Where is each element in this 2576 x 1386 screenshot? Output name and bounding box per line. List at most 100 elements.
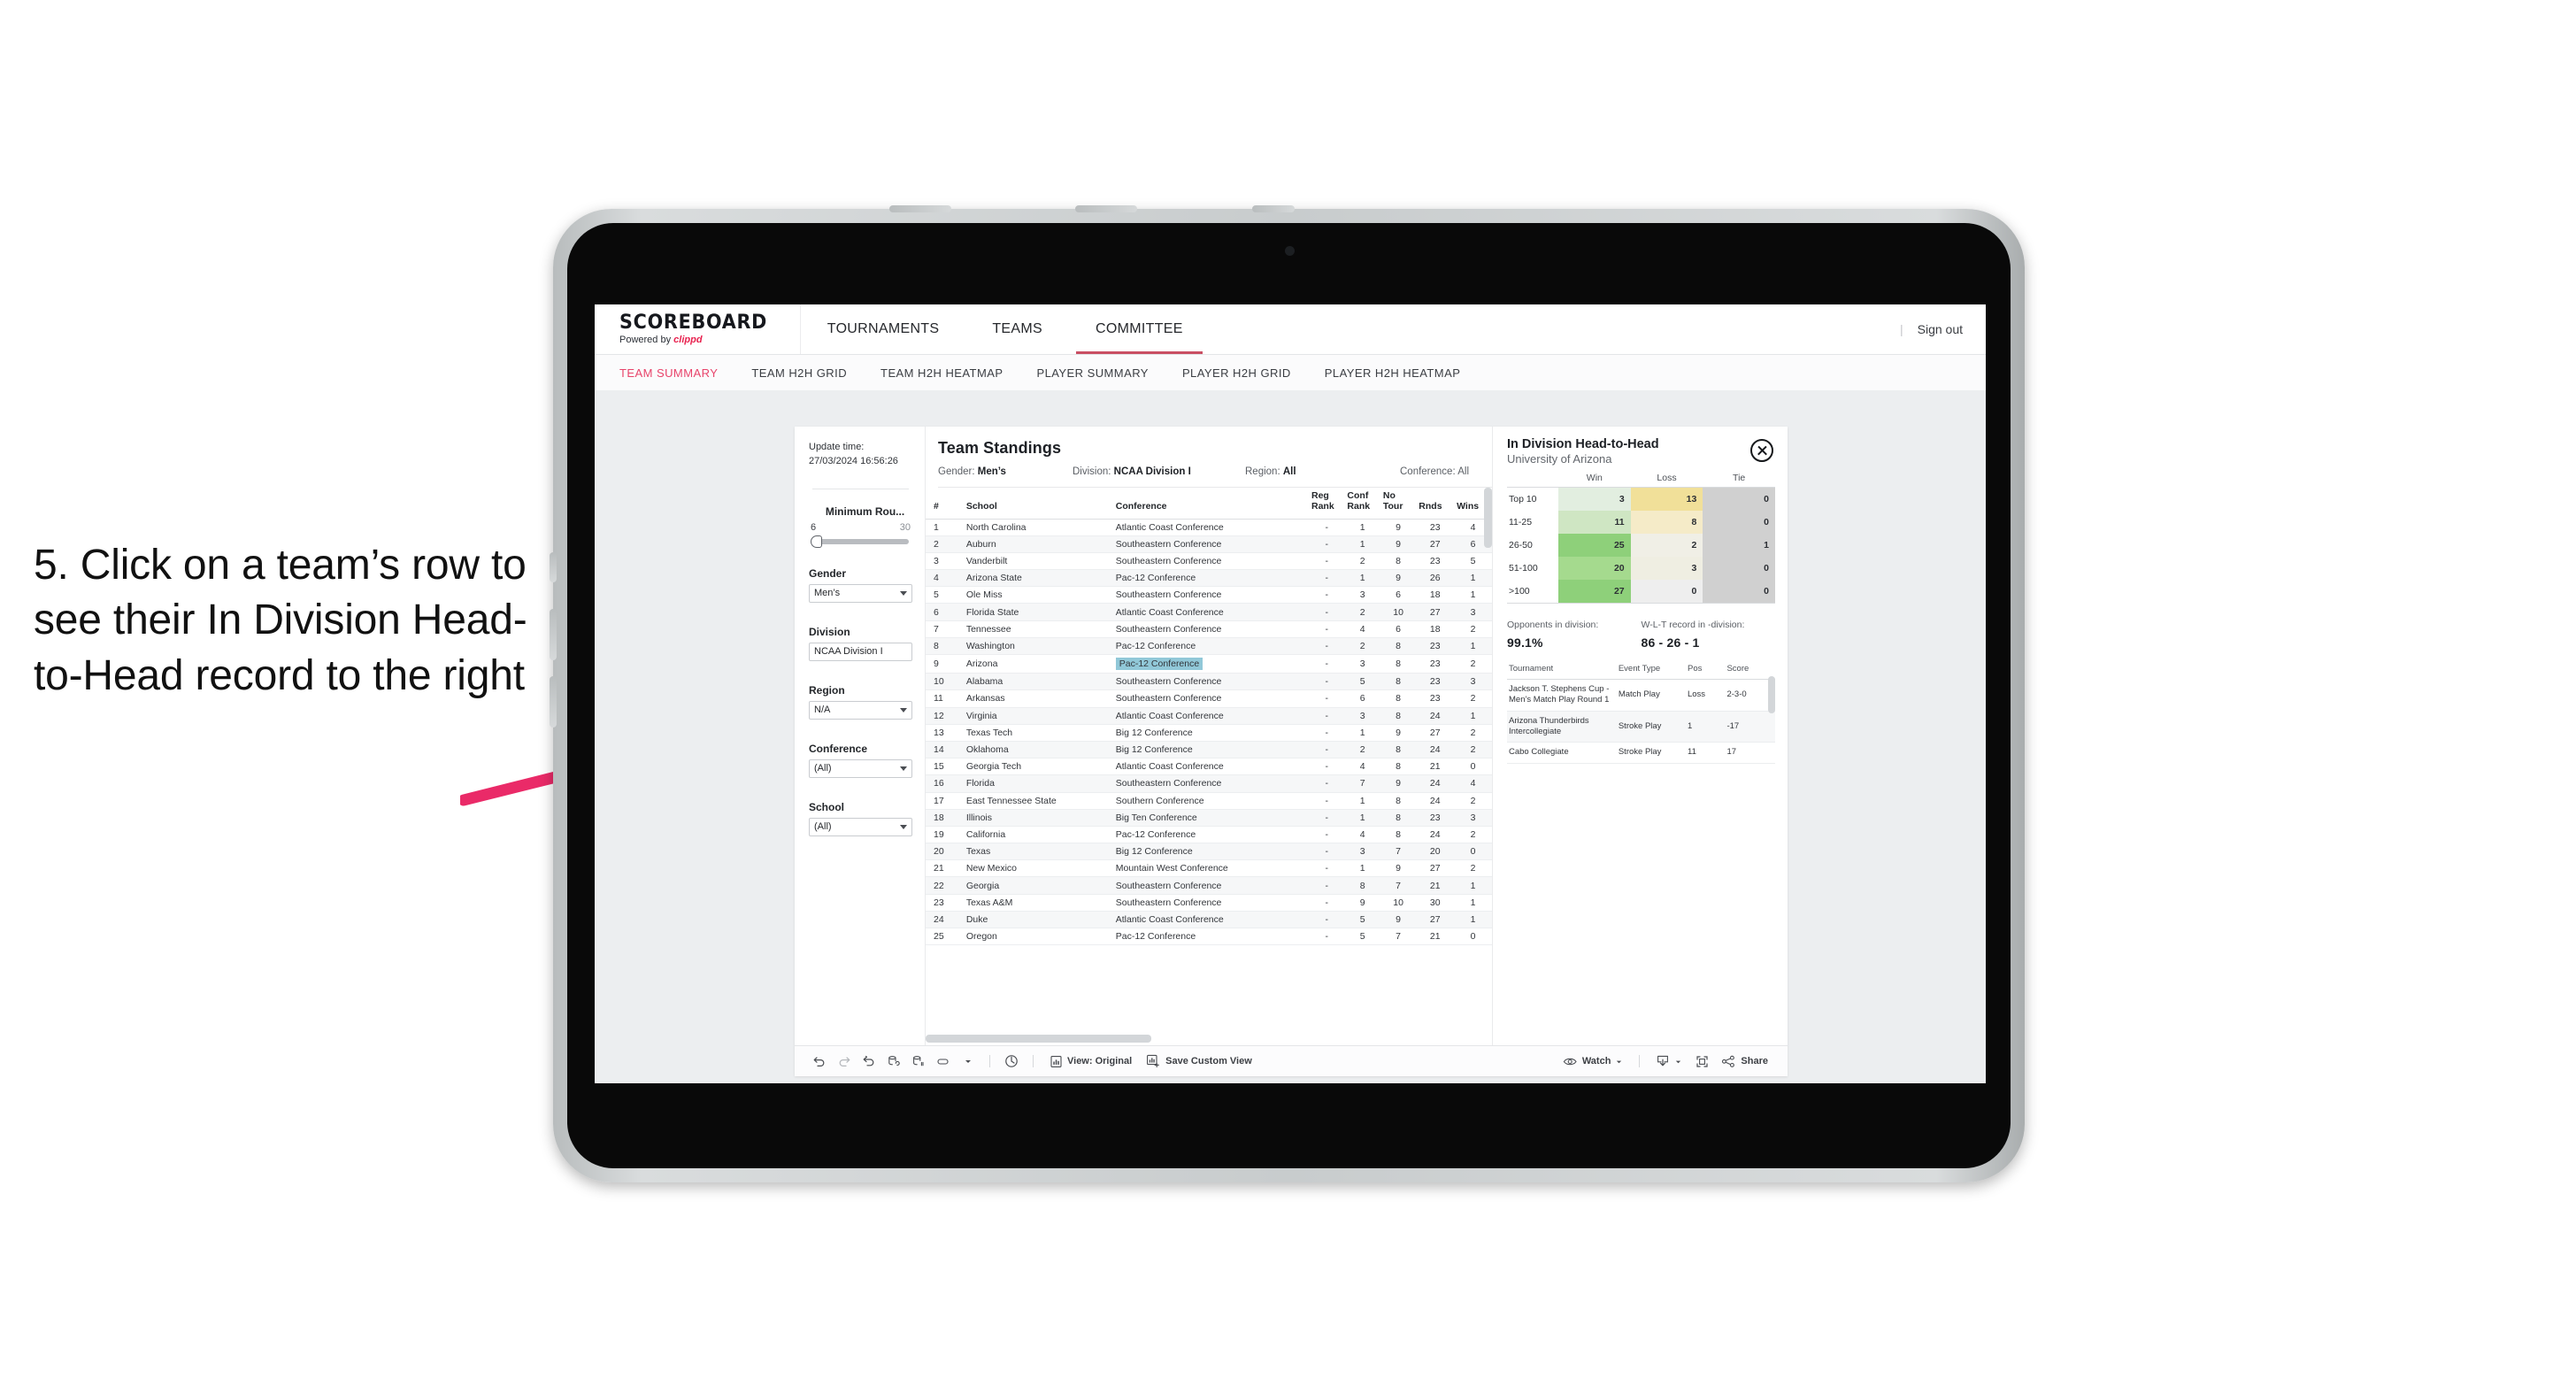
- share-button[interactable]: Share: [1714, 1055, 1775, 1068]
- table-row[interactable]: 4 Arizona State Pac-12 Conference -1 9 26 1: [926, 569, 1492, 588]
- table-row[interactable]: 15 Georgia Tech Atlantic Coast Conference -…: [926, 758, 1492, 776]
- table-row[interactable]: 8 Washington Pac-12 Conference -2 8 23 1: [926, 637, 1492, 656]
- reg-rank-cell: -: [1308, 689, 1345, 708]
- rnds-cell: 27: [1416, 603, 1455, 621]
- wins-cell: 1: [1454, 894, 1492, 912]
- table-row[interactable]: 5 Ole Miss Southeastern Conference -3 6 18 1: [926, 586, 1492, 604]
- tab-player-h2h-grid[interactable]: PLAYER H2H GRID: [1182, 366, 1311, 380]
- no-tour-cell: 7: [1380, 843, 1417, 861]
- rank-cell: 11: [926, 689, 964, 708]
- chevron-down-icon[interactable]: [956, 1051, 980, 1071]
- revert-icon[interactable]: [857, 1051, 881, 1071]
- table-row[interactable]: 19 California Pac-12 Conference -4 8 24 2: [926, 826, 1492, 844]
- heatmap-cell-loss: 3: [1630, 557, 1703, 580]
- rank-cell: 20: [926, 843, 964, 861]
- table-row[interactable]: 6 Florida State Atlantic Coast Conference -…: [926, 603, 1492, 621]
- conf-rank-cell: 9: [1344, 894, 1380, 912]
- region-select[interactable]: N/A: [809, 700, 912, 720]
- redo-icon[interactable]: [832, 1051, 857, 1071]
- conference-cell: Atlantic Coast Conference: [1112, 911, 1309, 929]
- view-original-button[interactable]: View: Original: [1042, 1055, 1139, 1068]
- tab-team-summary[interactable]: TEAM SUMMARY: [619, 366, 737, 380]
- minimum-rounds-min: 6: [811, 521, 817, 533]
- tab-team-h2h-grid[interactable]: TEAM H2H GRID: [751, 366, 866, 380]
- school-select[interactable]: (All): [809, 817, 912, 836]
- fullscreen-icon[interactable]: [1689, 1051, 1714, 1071]
- wins-cell: 2: [1454, 689, 1492, 708]
- table-row[interactable]: 21 New Mexico Mountain West Conference -1 9 2…: [926, 859, 1492, 878]
- pause-updates-icon[interactable]: [906, 1051, 931, 1071]
- event-score: -17: [1725, 711, 1775, 743]
- standings-scroll-area[interactable]: # School Conference Reg Rank Conf Rank No T…: [926, 488, 1492, 1045]
- rnds-cell: 23: [1416, 637, 1455, 656]
- table-row[interactable]: 18 Illinois Big Ten Conference -1 8 23 3: [926, 809, 1492, 827]
- table-row[interactable]: 7 Tennessee Southeastern Conference -4 6 18 2: [926, 620, 1492, 638]
- reg-rank-cell: -: [1308, 552, 1345, 571]
- conference-cell: Big Ten Conference: [1112, 809, 1309, 827]
- table-row[interactable]: 14 Oklahoma Big 12 Conference -2 8 24 2: [926, 741, 1492, 759]
- horizontal-scrollbar[interactable]: [926, 1035, 1151, 1043]
- meta-conference: Conference: All: [1400, 466, 1469, 477]
- list-item[interactable]: Cabo Collegiate Stroke Play 11 17: [1507, 742, 1775, 764]
- heatmap-body: Top 10 3 13 0 11-25 11 8 0 26-50 25 2 1 51-100 20 3 0 >1…: [1507, 487, 1775, 604]
- events-vertical-scrollbar[interactable]: [1768, 676, 1775, 713]
- table-row[interactable]: 24 Duke Atlantic Coast Conference -5 9 27 1: [926, 911, 1492, 929]
- table-row[interactable]: 17 East Tennessee State Southern Conferenc…: [926, 792, 1492, 810]
- rnds-cell: 21: [1416, 758, 1455, 776]
- table-row[interactable]: 2 Auburn Southeastern Conference -1 9 27 6: [926, 535, 1492, 553]
- table-row[interactable]: 1 North Carolina Atlantic Coast Conference…: [926, 519, 1492, 536]
- filter-sidebar: Update time: 27/03/2024 16:56:26 Minimum…: [795, 427, 926, 1045]
- tab-player-summary[interactable]: PLAYER SUMMARY: [1036, 366, 1167, 380]
- table-row[interactable]: 13 Texas Tech Big 12 Conference -1 9 27 2: [926, 724, 1492, 742]
- sign-out-link[interactable]: Sign out: [1918, 322, 1963, 336]
- table-row[interactable]: 20 Texas Big 12 Conference -3 7 20 0: [926, 843, 1492, 861]
- save-custom-view-button[interactable]: Save Custom View: [1139, 1054, 1259, 1068]
- no-tour-cell: 8: [1380, 758, 1417, 776]
- table-row[interactable]: 9 Arizona Pac-12 Conference -3 8 23 2: [926, 654, 1492, 674]
- filter-minimum-rounds: Minimum Rou... 6 30: [809, 505, 912, 548]
- table-row[interactable]: 23 Texas A&M Southeastern Conference -9 10 30…: [926, 894, 1492, 912]
- shape-icon[interactable]: [931, 1051, 956, 1071]
- conference-select[interactable]: (All): [809, 758, 912, 778]
- conf-rank-cell: 3: [1344, 654, 1380, 674]
- division-select[interactable]: NCAA Division I: [809, 642, 912, 661]
- table-row[interactable]: 25 Oregon Pac-12 Conference -5 7 21 0: [926, 928, 1492, 946]
- list-item[interactable]: Jackson T. Stephens Cup - Men’s Match Pl…: [1507, 679, 1775, 712]
- wins-cell: 3: [1454, 603, 1492, 621]
- tab-team-h2h-heatmap[interactable]: TEAM H2H HEATMAP: [880, 366, 1022, 380]
- vertical-scrollbar[interactable]: [1484, 488, 1492, 548]
- close-icon[interactable]: [1750, 439, 1773, 462]
- gender-select[interactable]: Men’s: [809, 583, 912, 603]
- undo-icon[interactable]: [807, 1051, 832, 1071]
- meta-region-value: All: [1282, 466, 1296, 477]
- page-title: Team Standings: [938, 439, 1062, 457]
- pause-auto-update-icon[interactable]: [999, 1051, 1024, 1071]
- table-row[interactable]: 22 Georgia Southeastern Conference -8 7 21 1: [926, 876, 1492, 895]
- nav-tournaments[interactable]: TOURNAMENTS: [801, 304, 966, 354]
- region-value: N/A: [814, 705, 831, 716]
- toolbar-divider-2: [1033, 1055, 1034, 1067]
- list-item[interactable]: Arizona Thunderbirds Intercollegiate Stro…: [1507, 711, 1775, 743]
- nav-teams[interactable]: TEAMS: [965, 304, 1069, 354]
- events-scroll-area[interactable]: Tournament Event Type Pos Score Jackson …: [1507, 650, 1775, 1045]
- table-row[interactable]: 10 Alabama Southeastern Conference -5 8 23 3: [926, 673, 1492, 691]
- heatmap-row: 26-50 25 2 1: [1507, 534, 1775, 557]
- download-button[interactable]: [1649, 1054, 1689, 1068]
- brand-logo[interactable]: SCOREBOARD Powered by clippd: [595, 304, 801, 354]
- table-row[interactable]: 3 Vanderbilt Southeastern Conference -2 8 23 5: [926, 552, 1492, 571]
- conf-rank-cell: 6: [1344, 689, 1380, 708]
- watch-button[interactable]: Watch: [1556, 1056, 1631, 1067]
- table-row[interactable]: 16 Florida Southeastern Conference -7 9 24 4: [926, 774, 1492, 793]
- table-row[interactable]: 12 Virginia Atlantic Coast Conference -3 8 24…: [926, 707, 1492, 725]
- conference-cell: Big 12 Conference: [1112, 724, 1309, 742]
- wins-cell: 2: [1454, 654, 1492, 674]
- rnds-cell: 27: [1416, 535, 1455, 553]
- head-to-head-panel: In Division Head-to-Head University of A…: [1492, 427, 1788, 1045]
- tab-player-h2h-heatmap[interactable]: PLAYER H2H HEATMAP: [1325, 366, 1480, 380]
- minimum-rounds-slider[interactable]: [811, 535, 909, 548]
- nav-committee[interactable]: COMMITTEE: [1069, 304, 1210, 354]
- table-row[interactable]: 11 Arkansas Southeastern Conference -6 8 23 2: [926, 689, 1492, 708]
- heatmap-col-tie: Tie: [1703, 473, 1775, 488]
- refresh-data-icon[interactable]: [881, 1051, 906, 1071]
- slider-handle[interactable]: [811, 535, 822, 548]
